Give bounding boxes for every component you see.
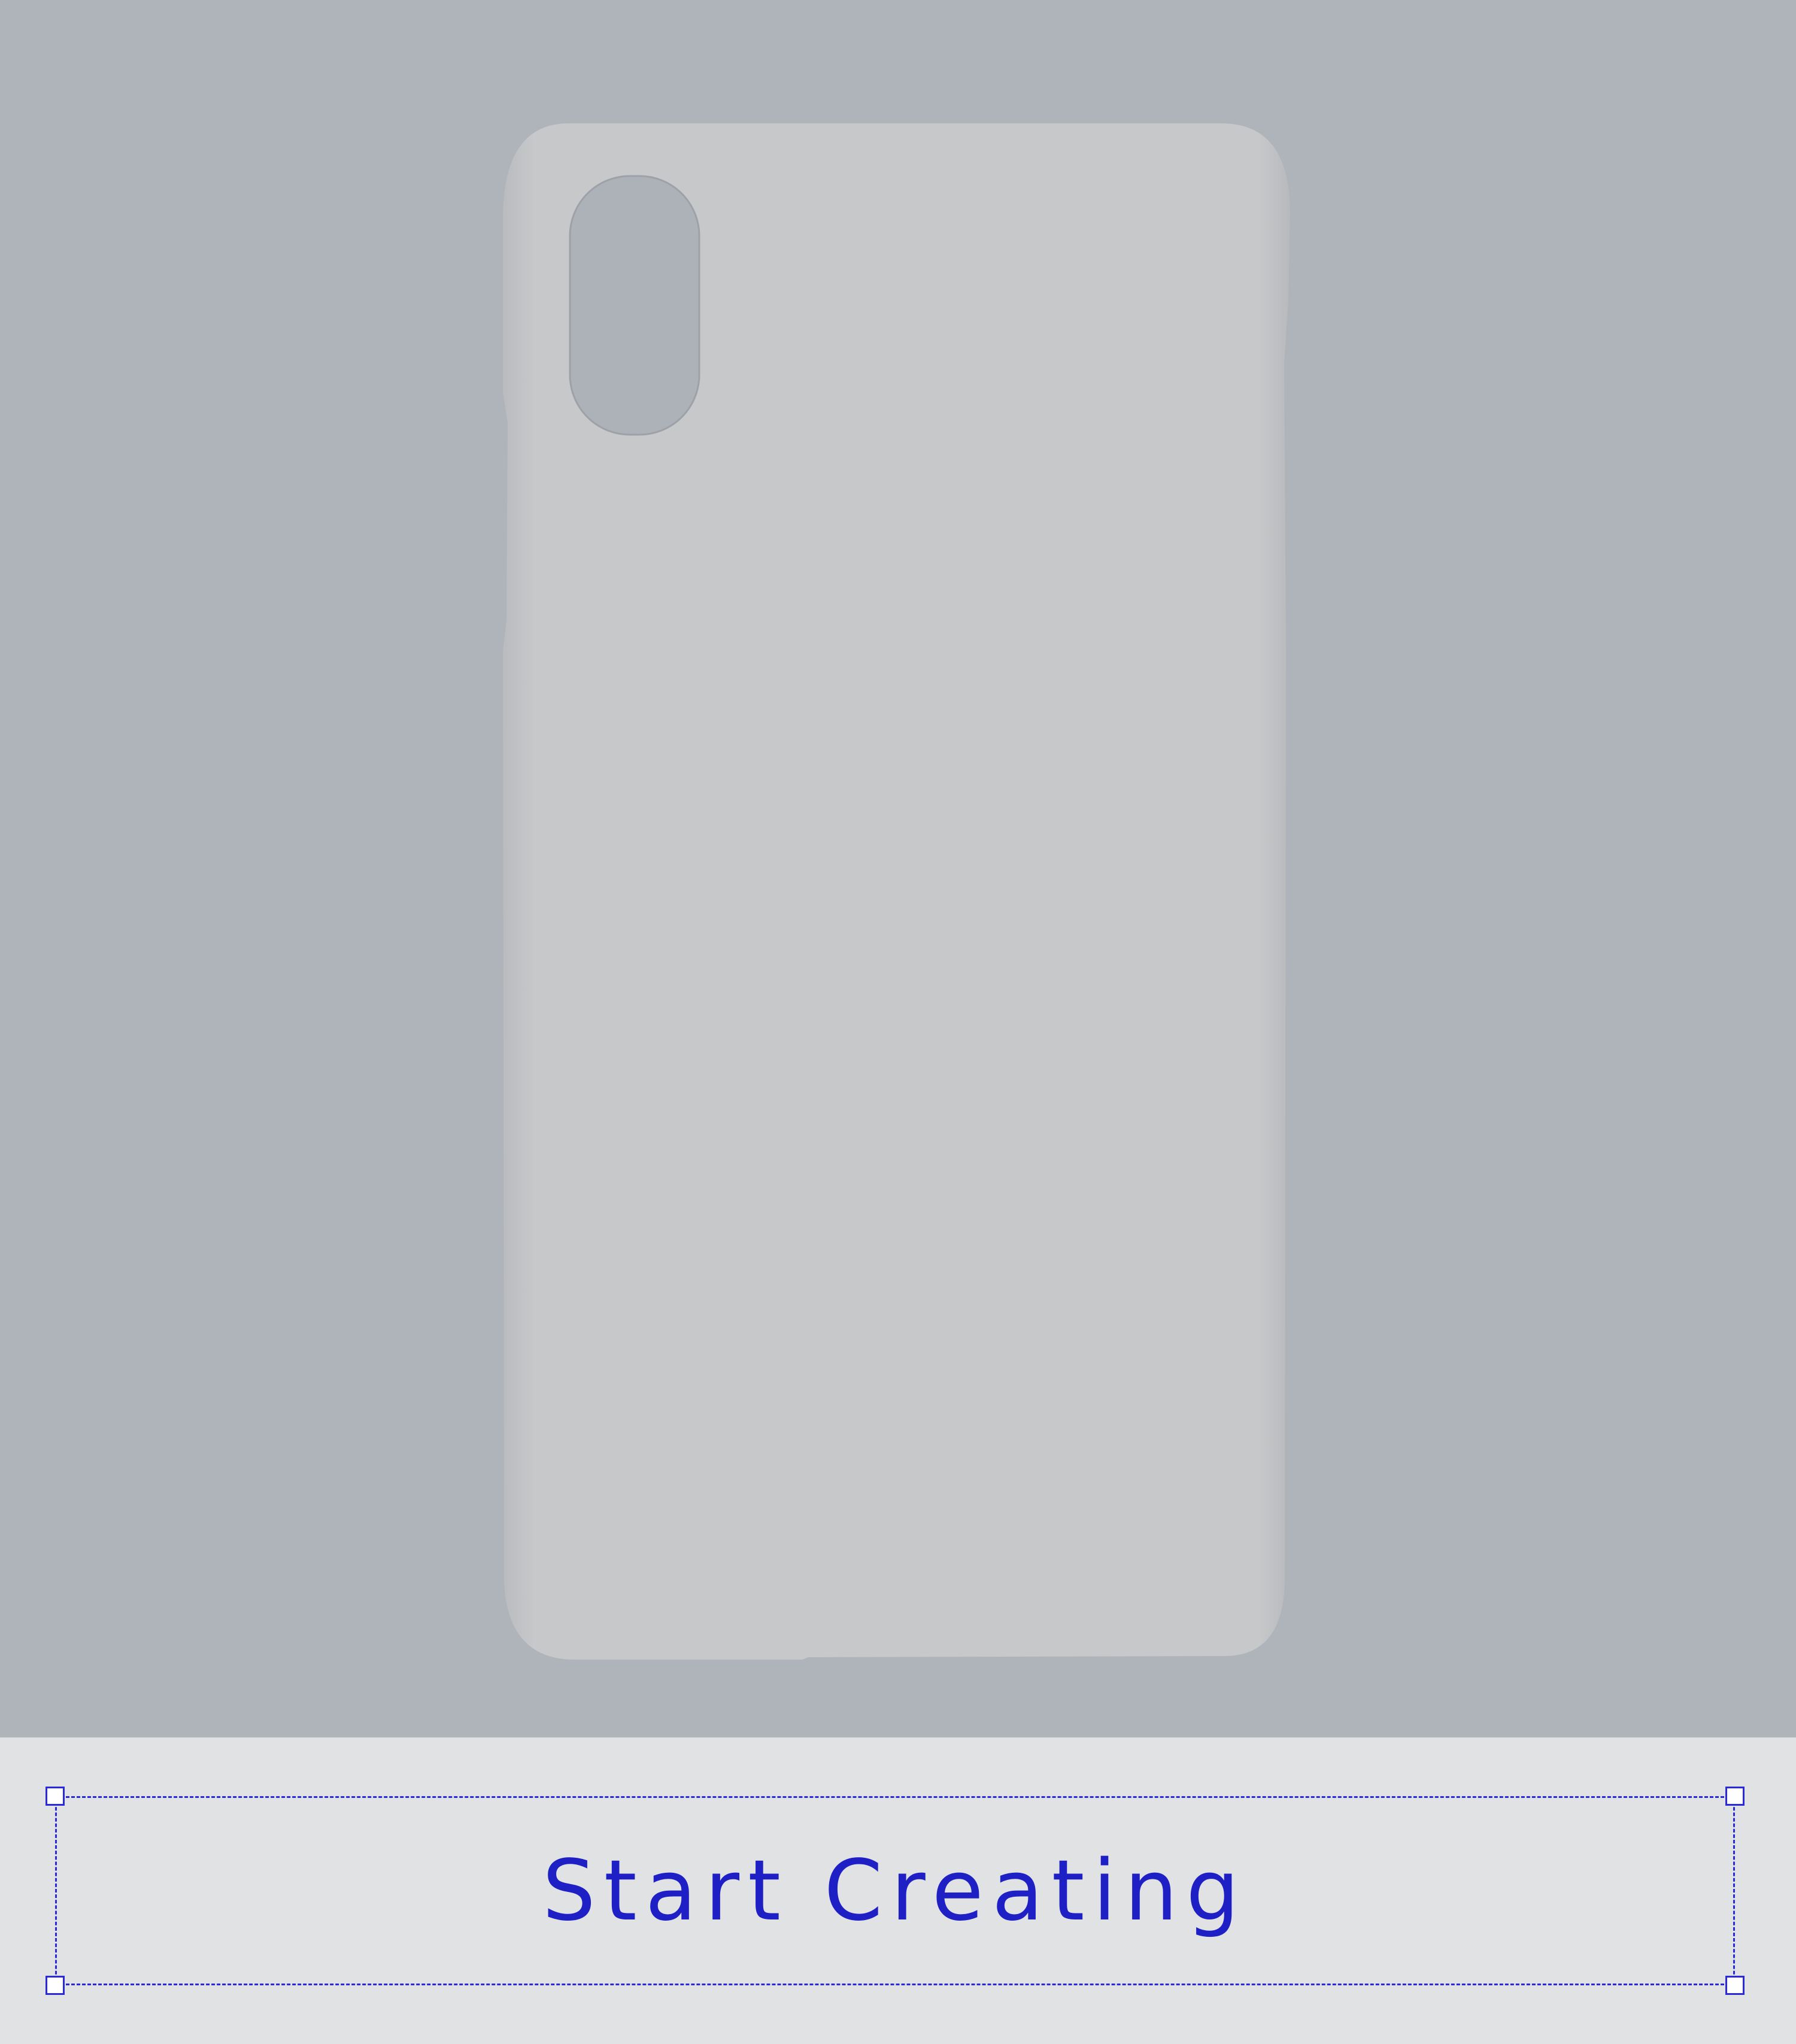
- start-creating-label: Start Creating: [542, 1842, 1248, 1940]
- product-preview-stage: [0, 0, 1796, 1737]
- resize-handle-bottom-left[interactable]: [45, 1976, 65, 1995]
- camera-cutout: [569, 175, 700, 436]
- resize-handle-top-left[interactable]: [45, 1787, 65, 1806]
- resize-handle-top-right[interactable]: [1725, 1787, 1745, 1806]
- start-creating-button[interactable]: Start Creating: [45, 1787, 1745, 1995]
- phone-case-icon: [503, 123, 1290, 1660]
- phone-case-mockup: [503, 123, 1290, 1660]
- resize-handle-bottom-right[interactable]: [1725, 1976, 1745, 1995]
- bottom-action-bar: Start Creating: [0, 1737, 1796, 2044]
